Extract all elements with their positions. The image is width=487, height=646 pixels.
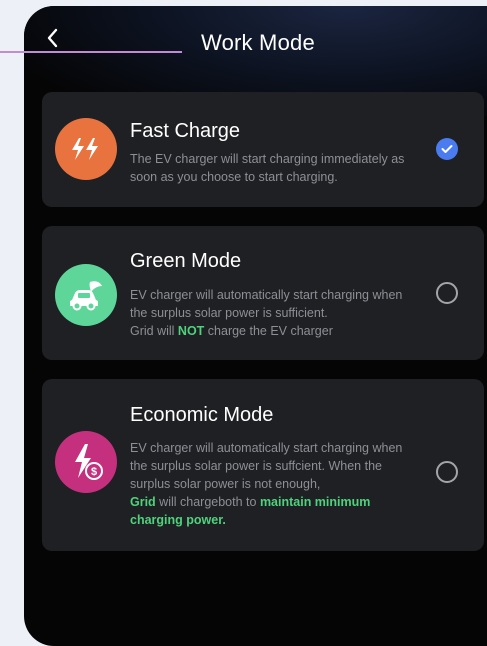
mode-description: EV charger will automatically start char… <box>130 286 420 340</box>
double-bolt-icon <box>72 138 98 160</box>
fast-charge-icon-badge <box>55 118 117 180</box>
checkmark-icon <box>441 145 453 153</box>
mode-description-highlight: NOT <box>177 324 205 338</box>
mode-title: Green Mode <box>130 250 242 272</box>
mode-card-green-mode[interactable]: Green Mode EV charger will automatically… <box>42 226 484 360</box>
page-title: Work Mode <box>201 30 315 55</box>
mode-description: The EV charger will start charging immed… <box>130 152 405 184</box>
bolt-dollar-icon: $ <box>75 444 103 480</box>
mode-description-highlight-1: Grid <box>130 495 156 509</box>
economic-mode-icon-badge: $ <box>55 431 117 493</box>
mode-title: Economic Mode <box>130 404 274 426</box>
mode-card-fast-charge[interactable]: Fast Charge The EV charger will start ch… <box>42 92 484 207</box>
mode-description-mid: will chargeboth to <box>155 495 260 509</box>
phone-screen: Work Mode Fast Charge The EV charger wil… <box>24 6 487 646</box>
mode-description-main: EV charger will automatically start char… <box>130 441 403 491</box>
svg-text:$: $ <box>91 466 97 478</box>
eco-car-icon <box>70 281 102 311</box>
mode-description-post: charge the EV charger <box>204 324 333 338</box>
mode-description: EV charger will automatically start char… <box>130 439 420 529</box>
mode-radio-unselected[interactable] <box>436 461 458 483</box>
mode-card-economic-mode[interactable]: $ Economic Mode EV charger will automati… <box>42 379 484 551</box>
green-mode-icon-badge <box>55 264 117 326</box>
mode-description-pre: Grid will <box>130 324 178 338</box>
mode-radio-selected[interactable] <box>436 138 458 160</box>
mode-description-main: EV charger will automatically start char… <box>130 288 403 320</box>
mode-radio-unselected[interactable] <box>436 282 458 304</box>
mode-title: Fast Charge <box>130 120 241 142</box>
annotation-line <box>0 51 182 53</box>
chevron-left-icon <box>47 28 58 48</box>
